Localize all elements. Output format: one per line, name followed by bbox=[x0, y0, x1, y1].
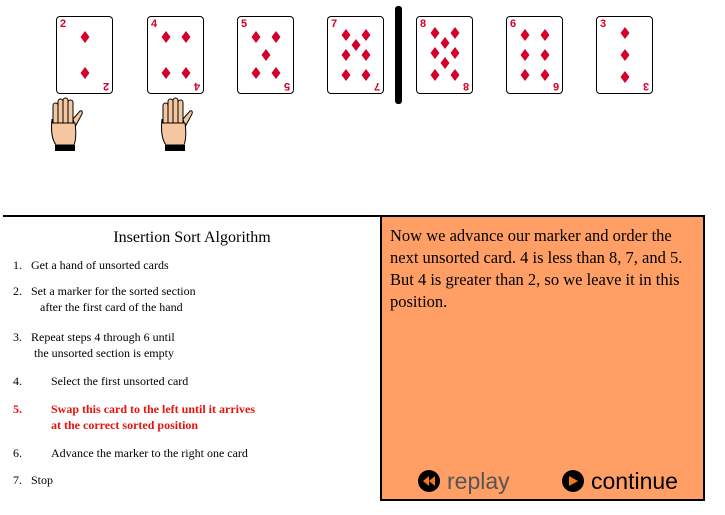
diamond-icon bbox=[251, 67, 261, 79]
diamond-icon bbox=[540, 49, 550, 61]
card-6: 6 6 bbox=[506, 16, 563, 94]
card-3: 3 3 bbox=[596, 16, 653, 94]
diamond-icon bbox=[620, 71, 630, 83]
continue-button[interactable]: continue bbox=[562, 467, 678, 495]
sorted-section-marker bbox=[395, 6, 402, 104]
card-rank: 3 bbox=[600, 18, 607, 30]
card-rank-inverted: 6 bbox=[552, 80, 559, 92]
algorithm-panel: Insertion Sort Algorithm 1. Get a hand o… bbox=[3, 215, 381, 503]
diamond-icon bbox=[251, 31, 261, 43]
play-icon bbox=[562, 470, 584, 492]
diamond-icon bbox=[80, 67, 90, 79]
card-rank-inverted: 2 bbox=[102, 80, 109, 92]
rewind-icon bbox=[418, 470, 440, 492]
diamond-icon bbox=[181, 31, 191, 43]
card-7: 7 7 bbox=[327, 16, 384, 94]
card-stage: 2 2 4 4 5 5 7 7 8 8 6 6 3 3 bbox=[0, 0, 725, 215]
diamond-icon bbox=[430, 69, 440, 81]
diamond-icon bbox=[80, 31, 90, 43]
diamond-icon bbox=[341, 29, 351, 41]
diamond-icon bbox=[450, 47, 460, 59]
diamond-icon bbox=[430, 27, 440, 39]
replay-button[interactable]: replay bbox=[418, 467, 510, 495]
hand-icon bbox=[51, 97, 83, 151]
card-rank: 5 bbox=[241, 18, 248, 30]
diamond-icon bbox=[361, 29, 371, 41]
diamond-icon bbox=[341, 49, 351, 61]
diamond-icon bbox=[540, 29, 550, 41]
diamond-icon bbox=[620, 27, 630, 39]
card-rank: 2 bbox=[60, 18, 67, 30]
card-4: 4 4 bbox=[147, 16, 204, 94]
hand-icon bbox=[161, 97, 193, 151]
diamond-icon bbox=[520, 49, 530, 61]
diamond-icon bbox=[450, 69, 460, 81]
diamond-icon bbox=[450, 27, 460, 39]
card-rank-inverted: 7 bbox=[373, 80, 380, 92]
card-8: 8 8 bbox=[416, 16, 473, 94]
diamond-icon bbox=[161, 67, 171, 79]
card-5: 5 5 bbox=[237, 16, 294, 94]
diamond-icon bbox=[161, 31, 171, 43]
card-rank: 4 bbox=[151, 18, 158, 30]
card-rank: 6 bbox=[510, 18, 517, 30]
diamond-icon bbox=[271, 31, 281, 43]
diamond-icon bbox=[341, 69, 351, 81]
card-rank-inverted: 8 bbox=[462, 80, 469, 92]
diamond-icon bbox=[361, 69, 371, 81]
diamond-icon bbox=[271, 67, 281, 79]
diamond-icon bbox=[361, 49, 371, 61]
diamond-icon bbox=[351, 39, 361, 51]
card-rank-inverted: 4 bbox=[193, 80, 200, 92]
card-rank: 7 bbox=[331, 18, 338, 30]
card-rank: 8 bbox=[420, 18, 427, 30]
card-rank-inverted: 3 bbox=[642, 80, 649, 92]
diamond-icon bbox=[620, 49, 630, 61]
diamond-icon bbox=[540, 69, 550, 81]
explanation-panel: Now we advance our marker and order the … bbox=[380, 215, 705, 501]
diamond-icon bbox=[440, 37, 450, 49]
diamond-icon bbox=[181, 67, 191, 79]
diamond-icon bbox=[520, 69, 530, 81]
diamond-icon bbox=[520, 29, 530, 41]
replay-label: replay bbox=[447, 467, 510, 494]
diamond-icon bbox=[440, 57, 450, 69]
card-rank-inverted: 5 bbox=[283, 80, 290, 92]
continue-label: continue bbox=[591, 467, 678, 494]
explanation-text: Now we advance our marker and order the … bbox=[390, 226, 683, 311]
algorithm-title: Insertion Sort Algorithm bbox=[113, 229, 271, 246]
diamond-icon bbox=[430, 47, 440, 59]
diamond-icon bbox=[261, 49, 271, 61]
card-2: 2 2 bbox=[56, 16, 113, 94]
